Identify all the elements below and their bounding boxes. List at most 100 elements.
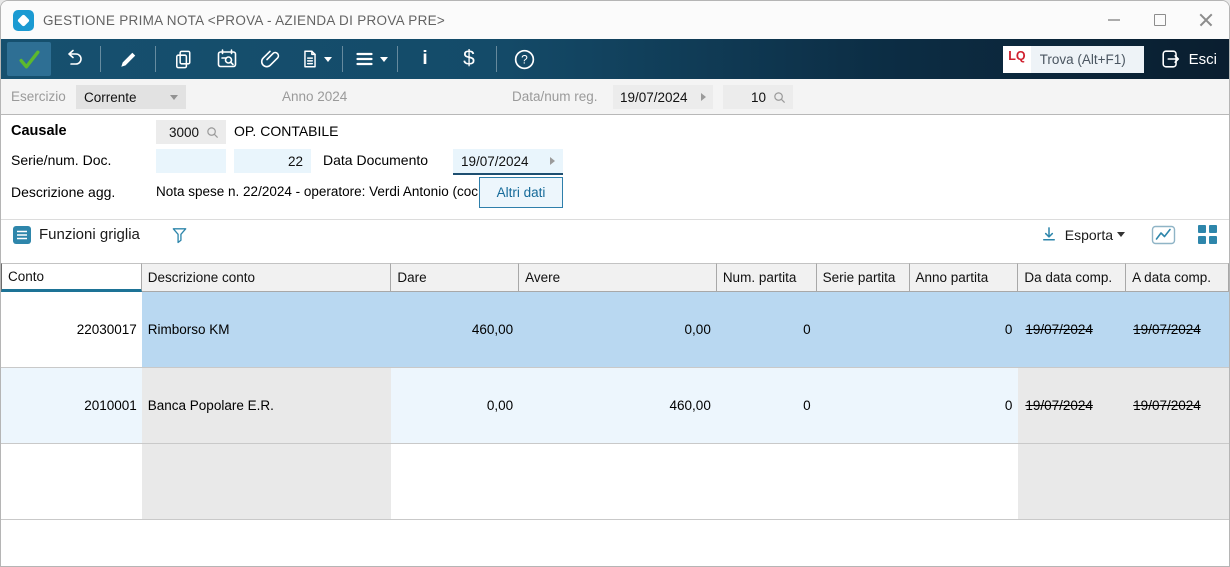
esercizio-value: Corrente: [84, 89, 137, 105]
esercizio-select[interactable]: Corrente: [76, 85, 186, 109]
help-button[interactable]: ?: [502, 42, 546, 76]
anno-text: Anno 2024: [282, 89, 348, 104]
cell-da-data[interactable]: 19/07/2024: [1018, 368, 1127, 443]
cell-dare[interactable]: 460,00: [391, 292, 520, 367]
cell-avere[interactable]: [519, 444, 717, 519]
cell-anno-partita[interactable]: 0: [909, 368, 1019, 443]
num-registrazione-field[interactable]: 10: [723, 85, 793, 109]
close-button[interactable]: [1183, 1, 1229, 39]
check-icon: [19, 50, 39, 68]
esercizio-label: Esercizio: [11, 89, 66, 104]
attachment-button[interactable]: [249, 42, 293, 76]
cell-descrizione[interactable]: Banca Popolare E.R.: [141, 368, 392, 443]
info-button[interactable]: i: [403, 42, 447, 76]
undo-button[interactable]: [51, 42, 95, 76]
menu-button[interactable]: [348, 42, 392, 76]
cell-num-partita[interactable]: 0: [716, 292, 817, 367]
toolbar-separator: [342, 46, 343, 72]
chevron-right-icon: [701, 93, 706, 101]
column-header-a-data[interactable]: A data comp.: [1126, 263, 1229, 292]
calendar-search-button[interactable]: [205, 42, 249, 76]
confirm-button[interactable]: [7, 42, 51, 76]
toolbar-separator: [155, 46, 156, 72]
cell-anno-partita[interactable]: [909, 444, 1019, 519]
cell-descrizione[interactable]: [141, 444, 392, 519]
num-doc-value: 22: [287, 153, 303, 169]
toolbar-separator: [397, 46, 398, 72]
edit-button[interactable]: [106, 42, 150, 76]
column-header-dare[interactable]: Dare: [391, 263, 520, 292]
chevron-right-icon: [550, 157, 555, 165]
esporta-button[interactable]: Esporta: [1065, 227, 1113, 243]
amounts-button[interactable]: $: [447, 42, 491, 76]
cell-anno-partita[interactable]: 0: [909, 292, 1019, 367]
column-header-da-data[interactable]: Da data comp.: [1018, 263, 1127, 292]
column-header-num-partita[interactable]: Num. partita: [716, 263, 817, 292]
column-header-descrizione[interactable]: Descrizione conto: [141, 263, 392, 292]
table-row[interactable]: 2010001 Banca Popolare E.R. 0,00 460,00 …: [1, 368, 1229, 444]
cell-a-data[interactable]: [1126, 444, 1229, 519]
cell-avere[interactable]: 0,00: [519, 292, 717, 367]
cell-descrizione[interactable]: Rimborso KM: [141, 292, 392, 367]
exit-button[interactable]: Esci: [1160, 48, 1217, 70]
column-header-anno-partita[interactable]: Anno partita: [909, 263, 1019, 292]
cell-conto[interactable]: 22030017: [1, 292, 142, 367]
cell-dare[interactable]: 0,00: [391, 368, 520, 443]
column-header-serie-partita[interactable]: Serie partita: [816, 263, 910, 292]
cell-conto[interactable]: 2010001: [1, 368, 142, 443]
grid-toolbar: Funzioni griglia Esporta: [1, 219, 1229, 249]
journal-entries-table: Conto Descrizione conto Dare Avere Num. …: [1, 263, 1229, 520]
data-documento-value: 19/07/2024: [461, 153, 529, 169]
title-bar: GESTIONE PRIMA NOTA <PROVA - AZIENDA DI …: [1, 1, 1229, 39]
cell-serie-partita[interactable]: [816, 368, 910, 443]
grid-functions-icon[interactable]: [13, 225, 31, 244]
cell-serie-partita[interactable]: [816, 444, 910, 519]
cell-num-partita[interactable]: 0: [716, 368, 817, 443]
document-button[interactable]: [293, 42, 337, 76]
cell-da-data[interactable]: [1018, 444, 1127, 519]
cell-avere[interactable]: 460,00: [519, 368, 717, 443]
data-documento-field[interactable]: 19/07/2024: [453, 149, 563, 175]
column-header-conto[interactable]: Conto: [1, 263, 142, 292]
maximize-button[interactable]: [1137, 1, 1183, 39]
cell-a-data[interactable]: 19/07/2024: [1126, 368, 1229, 443]
table-row-selected[interactable]: 22030017 Rimborso KM 460,00 0,00 0 0 19/…: [1, 292, 1229, 368]
descrizione-agg-value[interactable]: Nota spese n. 22/2024 - operatore: Verdi…: [156, 184, 478, 199]
data-registrazione-field[interactable]: 19/07/2024: [613, 85, 713, 109]
search-input[interactable]: [1030, 45, 1144, 73]
num-registrazione-value: 10: [750, 89, 766, 105]
dollar-icon: $: [463, 47, 475, 70]
table-row-empty[interactable]: [1, 444, 1229, 520]
grid-view-icon[interactable]: [1198, 225, 1217, 244]
pencil-icon: [120, 52, 135, 67]
column-header-avere[interactable]: Avere: [519, 263, 717, 292]
altri-dati-button[interactable]: Altri dati: [479, 177, 563, 208]
copy-button[interactable]: [161, 42, 205, 76]
cell-serie-partita[interactable]: [816, 292, 910, 367]
cell-num-partita[interactable]: [716, 444, 817, 519]
chevron-down-icon: [379, 56, 388, 62]
cell-conto[interactable]: [1, 444, 142, 519]
minimize-button[interactable]: [1091, 1, 1137, 39]
undo-icon: [68, 49, 82, 65]
hamburger-icon: [355, 52, 373, 66]
funzioni-griglia-label: Funzioni griglia: [39, 226, 140, 243]
toolbar-separator: [100, 46, 101, 72]
calendar-search-icon: [217, 49, 237, 68]
minimize-icon: [1108, 19, 1120, 21]
cell-a-data[interactable]: 19/07/2024: [1126, 292, 1229, 367]
serie-doc-field[interactable]: [156, 149, 226, 173]
paperclip-icon: [260, 50, 280, 68]
filter-funnel-icon[interactable]: [170, 225, 189, 245]
cell-dare[interactable]: [391, 444, 520, 519]
download-icon: [1042, 227, 1055, 241]
serie-num-doc-label: Serie/num. Doc.: [11, 152, 112, 168]
search-lookup-icon: [774, 91, 786, 103]
lq-badge: LQ: [1003, 45, 1031, 73]
causale-label: Causale: [11, 123, 67, 139]
causale-field[interactable]: 3000: [156, 120, 226, 144]
cell-da-data[interactable]: 19/07/2024: [1018, 292, 1127, 367]
document-icon: [303, 50, 316, 68]
num-doc-field[interactable]: 22: [234, 149, 311, 173]
line-chart-icon[interactable]: [1151, 225, 1176, 245]
